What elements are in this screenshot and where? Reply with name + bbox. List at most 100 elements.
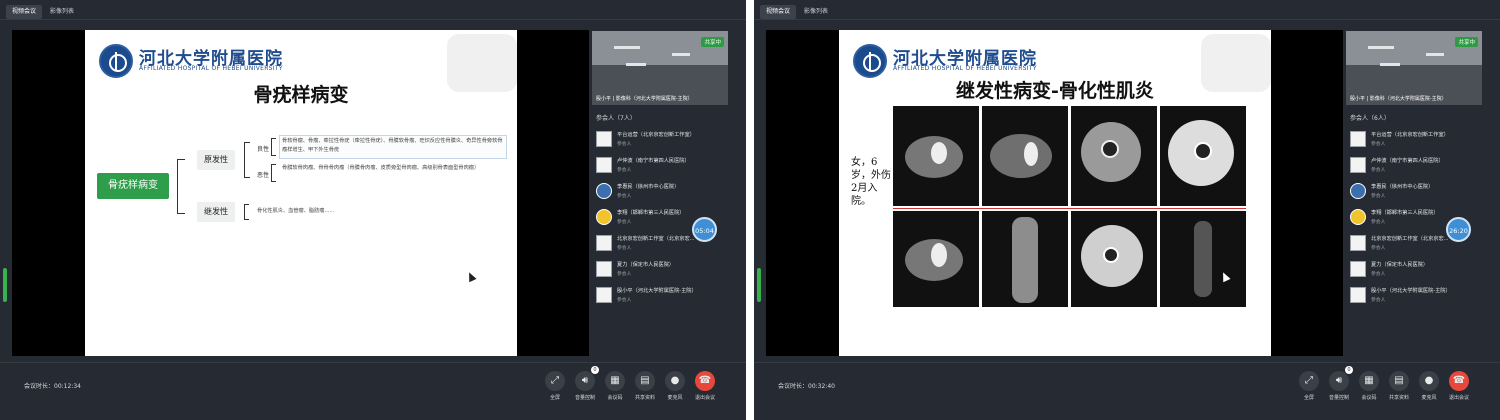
avatar (1350, 261, 1366, 277)
hangup-icon: ☎︎ (695, 371, 715, 391)
duration-value: 00:12:34 (54, 383, 81, 390)
sharing-badge: 共享中 (1455, 37, 1478, 47)
divider (0, 362, 746, 363)
tab-video-meeting[interactable]: 视频会议 (6, 5, 43, 19)
list-item[interactable]: 平台运营（北京京宏创新工作室） 参会人 (1346, 129, 1482, 155)
participant-name: 殷小平（河北大学附属医院-主院） (1371, 288, 1451, 294)
participant-role: 参会人 (617, 272, 632, 277)
participant-name: 李翔（邯郸市第三人民医院） (617, 210, 685, 216)
benign-label: 良性 (257, 146, 270, 153)
list-item[interactable]: 李惠民（徐州市中心医院） 参会人 (592, 181, 728, 207)
cursor-icon (465, 270, 477, 283)
mri-image (1160, 211, 1246, 307)
ct-image (982, 106, 1068, 206)
qrcode-icon: ▦ (1359, 371, 1379, 391)
control-label: 麦克风 (1421, 395, 1437, 401)
hospital-logo (99, 44, 133, 78)
secondary-detail: 骨化性肌炎、血管瘤、脂肪瘤...... (257, 208, 335, 214)
microphone-button[interactable]: ● 麦克风 (664, 371, 686, 401)
avatar (596, 209, 612, 225)
fullscreen-button[interactable]: ⤢ 全屏 (1298, 371, 1320, 401)
participant-name: 夏力（保定市人民医院） (617, 262, 675, 268)
slide: 河北大学附属医院 AFFILIATED HOSPITAL OF HEBEI UN… (839, 30, 1271, 356)
malignant-detail: 骨膜软骨肉瘤、骨骨骨肉瘤（骨膜骨肉瘤、皮质旁型骨肉瘤、高级别骨表面型骨肉瘤） (282, 165, 480, 171)
leave-meeting-button[interactable]: ☎︎ 退出会议 (1448, 371, 1470, 401)
share-docs-button[interactable]: ▤ 共享资料 (634, 371, 656, 401)
tab-image-list[interactable]: 影像列表 (44, 5, 80, 19)
participant-name: 北京京宏创新工作室（北京京宏... (617, 236, 695, 242)
tab-bar: 视频会议 影像列表 (6, 5, 80, 19)
participant-name: 北京京宏创新工作室（北京京宏... (1371, 236, 1449, 242)
slide: 河北大学附属医院 AFFILIATED HOSPITAL OF HEBEI UN… (85, 30, 517, 356)
mri-image (1160, 106, 1246, 206)
hospital-subtitle: AFFILIATED HOSPITAL OF HEBEI UNIVERSITY (139, 65, 283, 72)
fullscreen-button[interactable]: ⤢ 全屏 (544, 371, 566, 401)
participant-list: 参会人（7人） 平台运营（北京京宏创新工作室） 参会人 卢仲波（南宁市第四人民医院… (592, 110, 728, 311)
participant-list: 参会人（6人） 平台运营（北京京宏创新工作室） 参会人 卢仲波（南宁市第四人民医院… (1346, 110, 1482, 311)
meeting-code-button[interactable]: ▦ 会议码 (1358, 371, 1380, 401)
list-item[interactable]: 夏力（保定市人民医院） 参会人 (1346, 259, 1482, 285)
volume-indicator (3, 268, 7, 302)
participant-name: 李翔（邯郸市第三人民医院） (1371, 210, 1439, 216)
control-label: 共享资料 (634, 395, 655, 401)
list-item[interactable]: 殷小平（河北大学附属医院-主院） 参会人 (592, 285, 728, 311)
control-label: 会议码 (1361, 395, 1377, 401)
tab-video-meeting[interactable]: 视频会议 (760, 5, 797, 19)
avatar (1350, 131, 1366, 147)
participant-role: 参会人 (1371, 298, 1386, 303)
meeting-code-button[interactable]: ▦ 会议码 (604, 371, 626, 401)
avatar (596, 287, 612, 303)
speaker-name: 殷小平 | 影像科（河北大学附属医院-主院） (596, 96, 693, 102)
list-item[interactable]: 卢仲波（南宁市第四人民医院） 参会人 (592, 155, 728, 181)
control-label: 音量控制 (574, 395, 595, 401)
participant-role: 参会人 (1371, 142, 1386, 147)
avatar (1350, 183, 1366, 199)
participant-header: 参会人（7人） (596, 115, 636, 122)
list-item[interactable]: 李惠民（徐州市中心医院） 参会人 (1346, 181, 1482, 207)
volume-badge: 0 (1345, 366, 1353, 374)
timer-bubble[interactable]: 26:20 (1446, 217, 1471, 242)
control-bar: ⤢ 全屏 🔊︎ 0 音量控制 ▦ 会议码 ▤ 共享资料 ● 麦克风 ☎︎ 退出会议 (1298, 366, 1470, 401)
fullscreen-icon: ⤢ (545, 371, 565, 391)
fullscreen-icon: ⤢ (1299, 371, 1319, 391)
hangup-icon: ☎︎ (1449, 371, 1469, 391)
document-icon: ▤ (1389, 371, 1409, 391)
list-item[interactable]: 平台运营（北京京宏创新工作室） 参会人 (592, 129, 728, 155)
case-note: 女，6岁，外伤2月入院。 (851, 157, 891, 207)
speaker-video[interactable]: 共享中 殷小平 | 影像科（河北大学附属医院-主院） (592, 31, 728, 105)
timer-bubble[interactable]: 05:04 (692, 217, 717, 242)
participant-role: 参会人 (1371, 220, 1386, 225)
speaker-video[interactable]: 共享中 殷小平 | 影像科（河北大学附属医院-主院） (1346, 31, 1482, 105)
volume-button[interactable]: 🔊︎ 0 音量控制 (574, 366, 599, 401)
benign-detail: 骨软骨瘤、骨瘤、牵拉性骨疣（牵拉性骨疣）、骨膜软骨瘤、旺炽反应性骨膜炎、奇异性骨… (282, 138, 503, 153)
volume-button[interactable]: 🔊︎ 0 音量控制 (1328, 366, 1353, 401)
leave-meeting-button[interactable]: ☎︎ 退出会议 (694, 371, 716, 401)
tab-image-list[interactable]: 影像列表 (798, 5, 834, 19)
brace (244, 204, 249, 220)
ct-image (893, 211, 979, 307)
participant-role: 参会人 (617, 142, 632, 147)
microphone-button[interactable]: ● 麦克风 (1418, 371, 1440, 401)
participant-role: 参会人 (1371, 246, 1386, 251)
speaker-name: 殷小平 | 影像科（河北大学附属医院-主院） (1350, 96, 1447, 102)
brace (271, 164, 276, 182)
participant-role: 参会人 (617, 246, 632, 251)
meeting-duration: 会议时长：00:32:40 (778, 381, 835, 390)
list-item[interactable]: 夏力（保定市人民医院） 参会人 (592, 259, 728, 285)
document-icon: ▤ (635, 371, 655, 391)
malignant-label: 恶性 (257, 172, 270, 179)
participant-header: 参会人（6人） (1350, 115, 1390, 122)
tab-bar: 视频会议 影像列表 (760, 5, 834, 19)
participant-name: 夏力（保定市人民医院） (1371, 262, 1429, 268)
volume-indicator (757, 268, 761, 302)
mri-image (1071, 106, 1157, 206)
share-docs-button[interactable]: ▤ 共享资料 (1388, 371, 1410, 401)
list-item[interactable]: 卢仲波（南宁市第四人民医院） 参会人 (1346, 155, 1482, 181)
brace (177, 159, 185, 214)
volume-icon: 🔊︎ 0 (575, 366, 599, 391)
branch-secondary: 继发性 (197, 202, 235, 222)
ceiling-light (1368, 46, 1394, 49)
list-item[interactable]: 殷小平（河北大学附属医院-主院） 参会人 (1346, 285, 1482, 311)
avatar (596, 235, 612, 251)
ceiling-light (1426, 53, 1444, 56)
